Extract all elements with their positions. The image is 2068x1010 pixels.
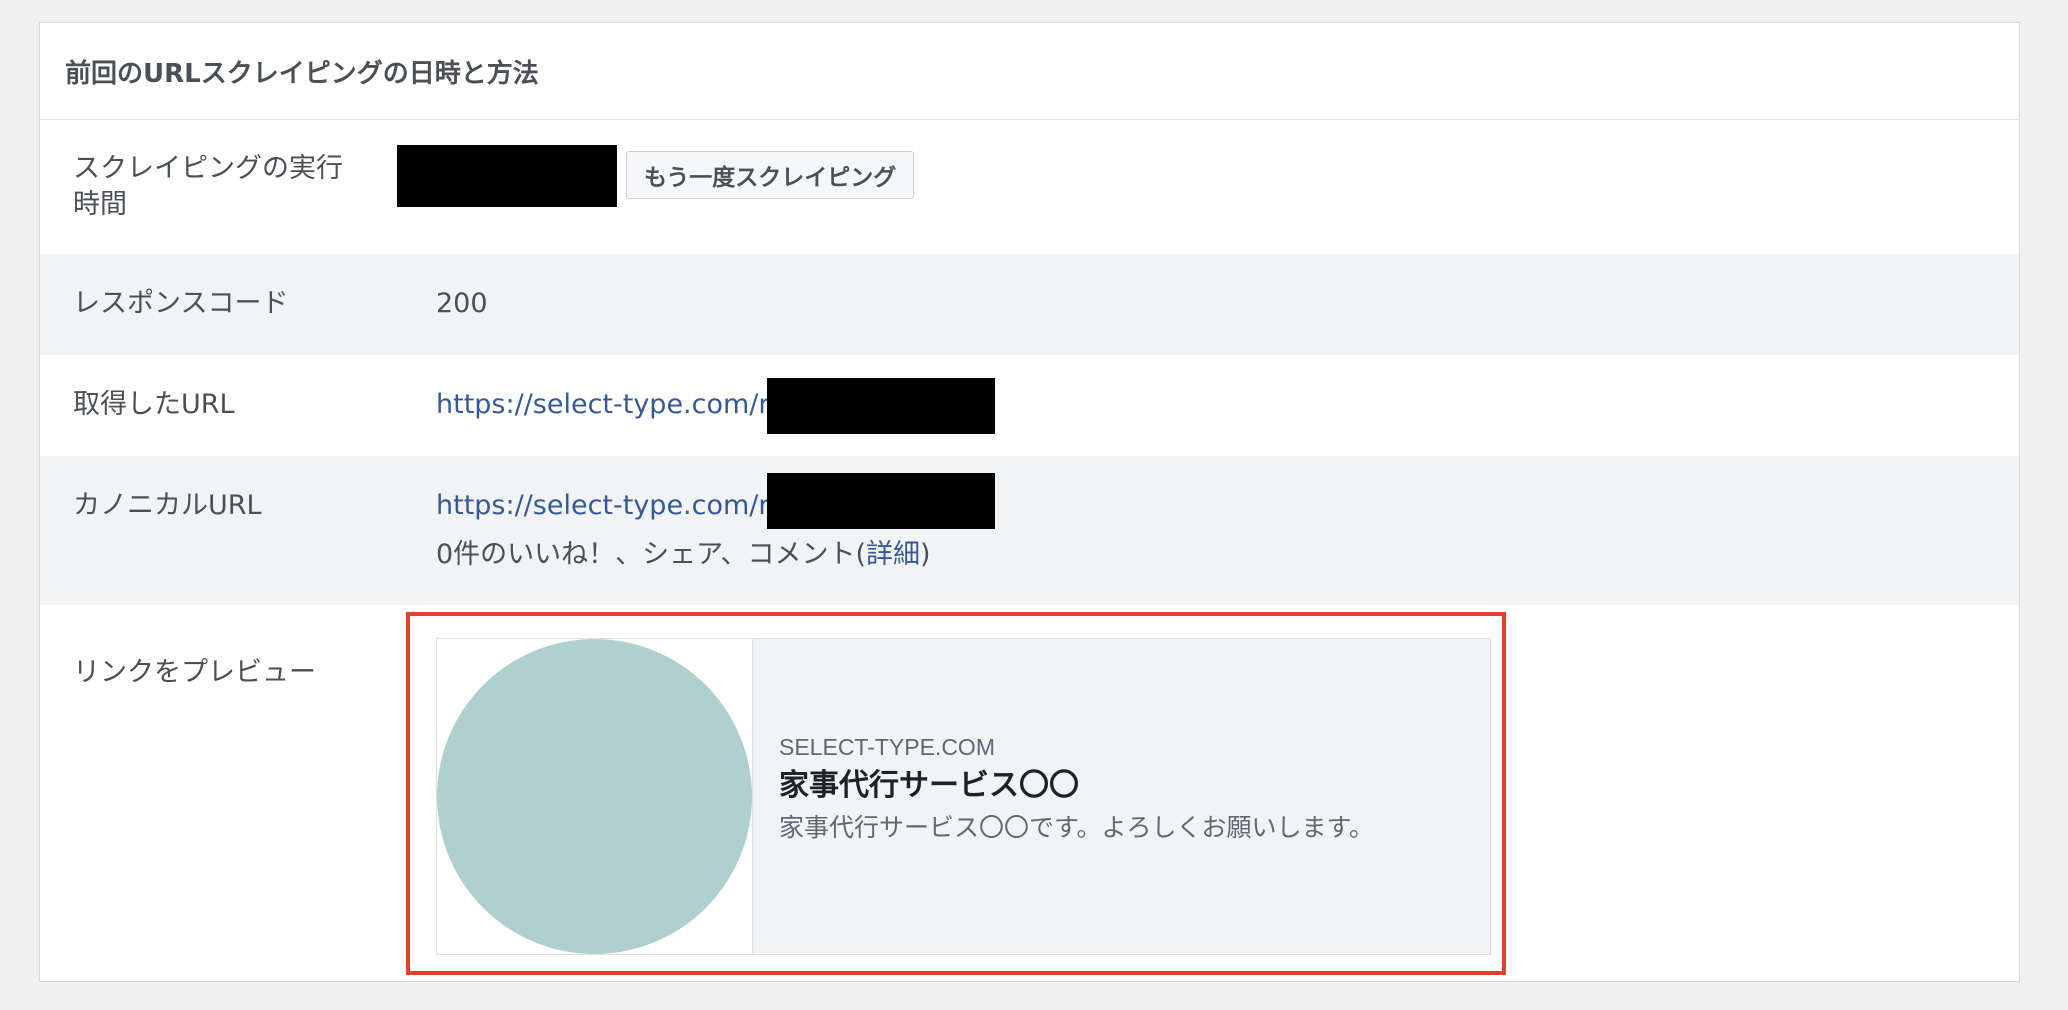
- panel-header: 前回のURLスクレイピングの日時と方法: [40, 23, 2019, 120]
- redacted-canonical-path: [767, 473, 995, 529]
- canonical-url-label: カノニカルURL: [73, 490, 262, 521]
- preview-domain: SELECT-TYPE.COM: [779, 734, 995, 760]
- row-fetched-url: 取得したURL https://select-type.com/rsv/: [40, 355, 2019, 456]
- preview-title: 家事代行サービス〇〇: [779, 768, 1079, 803]
- details-link[interactable]: 詳細: [866, 539, 920, 570]
- fetched-url-label: 取得したURL: [73, 389, 235, 420]
- redacted-timestamp: [397, 145, 617, 207]
- preview-highlight-frame: SELECT-TYPE.COM 家事代行サービス〇〇 家事代行サービス〇〇です。…: [406, 612, 1506, 975]
- engagement-text: 0件のいいね！、シェア、コメント(: [436, 539, 867, 570]
- preview-text-block: SELECT-TYPE.COM 家事代行サービス〇〇 家事代行サービス〇〇です。…: [753, 639, 1374, 954]
- link-preview-label: リンクをプレビュー: [73, 657, 316, 688]
- row-canonical-url: カノニカルURL https://select-type.com/rsv/ 0件…: [40, 456, 2019, 605]
- engagement-close: ): [920, 539, 931, 570]
- preview-image: [437, 639, 753, 954]
- canonical-url-link[interactable]: https://select-type.com/rsv/: [436, 488, 809, 524]
- redacted-url-path: [767, 378, 995, 434]
- scrape-time-label: スクレイピングの実行時間: [73, 153, 343, 220]
- scrape-info-panel: 前回のURLスクレイピングの日時と方法 スクレイピングの実行時間 もう一度スクレ…: [39, 22, 2020, 982]
- fetched-url-link[interactable]: https://select-type.com/rsv/: [436, 387, 809, 423]
- response-code-value: 200: [436, 288, 488, 319]
- preview-image-circle: [437, 639, 752, 954]
- row-response-code: レスポンスコード 200: [40, 254, 2019, 355]
- engagement-summary: 0件のいいね！、シェア、コメント(詳細): [436, 537, 931, 573]
- row-link-preview: リンクをプレビュー SELECT-TYPE.COM 家事代行サービス〇〇 家事代…: [40, 605, 2019, 982]
- panel-title: 前回のURLスクレイピングの日時と方法: [65, 58, 539, 89]
- response-code-label: レスポンスコード: [73, 288, 289, 319]
- preview-description: 家事代行サービス〇〇です。よろしくお願いします。: [779, 813, 1375, 842]
- link-preview-card[interactable]: SELECT-TYPE.COM 家事代行サービス〇〇 家事代行サービス〇〇です。…: [436, 638, 1491, 955]
- rescrape-button[interactable]: もう一度スクレイピング: [626, 151, 915, 199]
